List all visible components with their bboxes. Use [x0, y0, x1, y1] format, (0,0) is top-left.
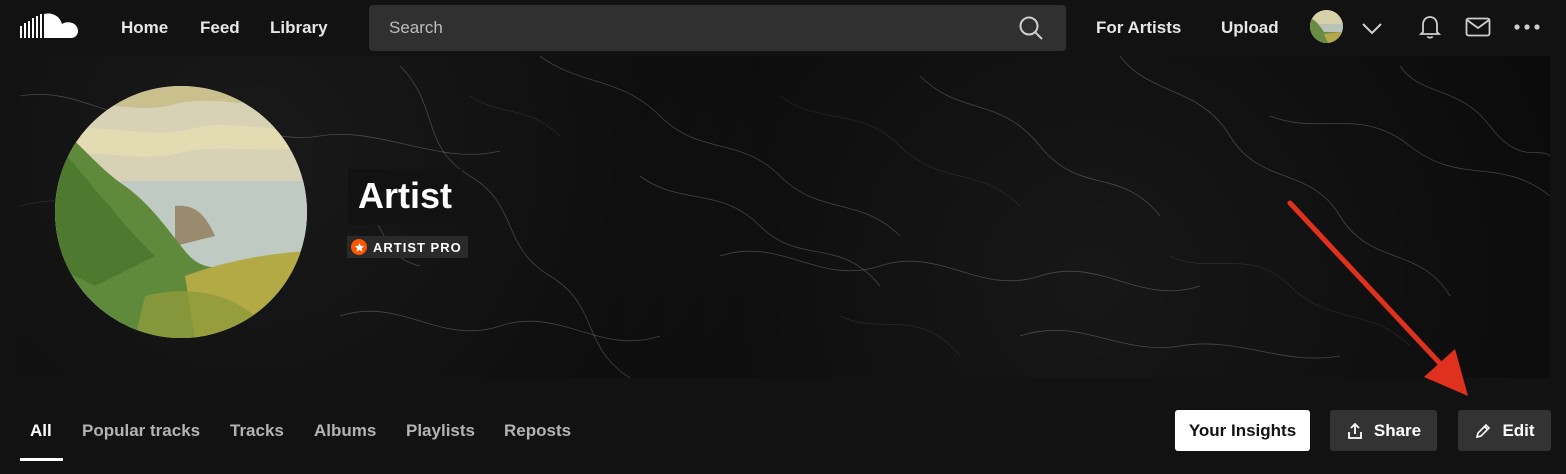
bell-icon[interactable]: [1419, 14, 1441, 40]
more-icon[interactable]: [1513, 22, 1541, 32]
search-bar: [369, 5, 1066, 51]
share-button[interactable]: Share: [1330, 410, 1437, 451]
tab-playlists[interactable]: Playlists: [406, 421, 475, 441]
search-input[interactable]: [369, 5, 1009, 51]
for-artists-link[interactable]: For Artists: [1096, 18, 1181, 38]
star-icon: [351, 239, 367, 255]
artist-name: Artist: [358, 175, 453, 216]
active-tab-indicator: [20, 458, 63, 461]
tab-tracks[interactable]: Tracks: [230, 421, 284, 441]
upload-link[interactable]: Upload: [1221, 18, 1279, 38]
tab-popular-tracks[interactable]: Popular tracks: [82, 421, 200, 441]
edit-label: Edit: [1502, 420, 1535, 440]
profile-banner: Artist ARTIST PRO: [20, 56, 1550, 378]
tab-reposts[interactable]: Reposts: [504, 421, 571, 441]
top-navigation: Home Feed Library For Artists Upload: [0, 0, 1566, 56]
artist-pro-badge: ARTIST PRO: [347, 236, 468, 258]
nav-library-link[interactable]: Library: [270, 18, 328, 38]
your-insights-label: Your Insights: [1188, 420, 1297, 440]
artist-name-container: Artist: [348, 169, 463, 225]
profile-avatar[interactable]: [55, 86, 307, 338]
search-icon[interactable]: [1018, 15, 1044, 41]
soundcloud-logo[interactable]: [18, 12, 84, 44]
share-icon: [1347, 422, 1362, 439]
badge-label: ARTIST PRO: [373, 239, 462, 255]
your-insights-button[interactable]: Your Insights: [1175, 410, 1310, 451]
tab-albums[interactable]: Albums: [314, 421, 376, 441]
user-avatar[interactable]: [1310, 10, 1343, 43]
chevron-down-icon[interactable]: [1361, 18, 1383, 38]
tab-all[interactable]: All: [30, 421, 52, 441]
nav-feed-link[interactable]: Feed: [200, 18, 240, 38]
edit-button[interactable]: Edit: [1458, 410, 1551, 451]
mail-icon[interactable]: [1465, 17, 1491, 37]
pencil-icon: [1476, 423, 1491, 438]
share-label: Share: [1373, 420, 1422, 440]
nav-home-link[interactable]: Home: [121, 18, 168, 38]
